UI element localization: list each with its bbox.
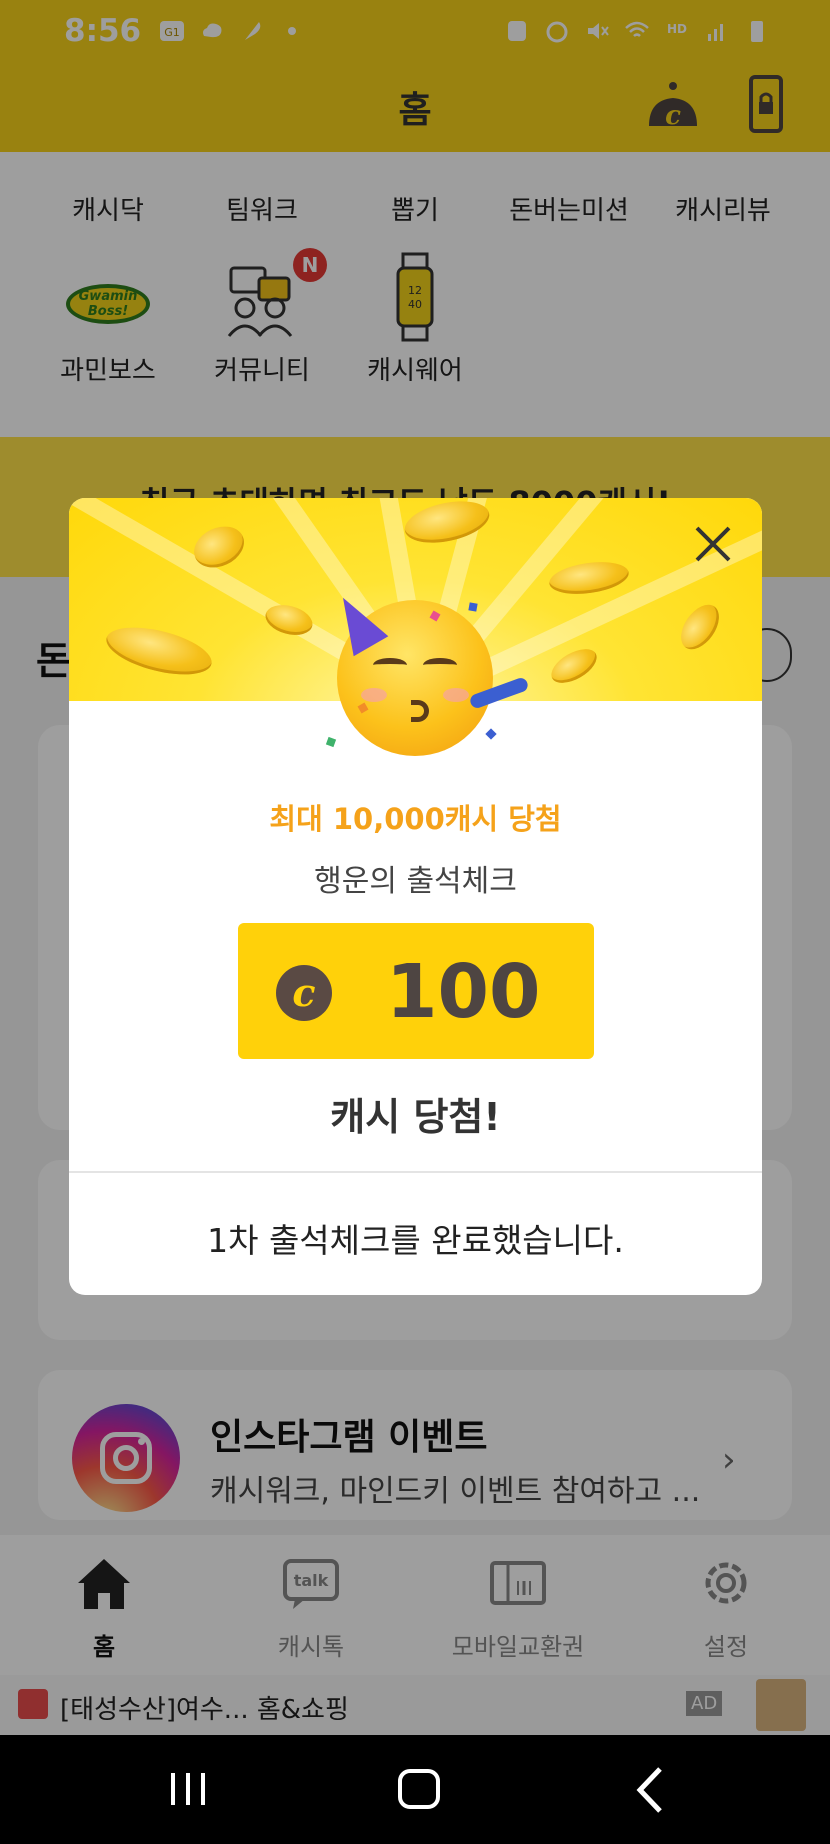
recent-apps-icon[interactable] <box>168 1771 208 1807</box>
attendance-check-modal: 최대 10,000캐시 당첨 행운의 출석체크 c 100 캐시 당첨! 1차 … <box>69 498 762 1295</box>
modal-subtitle: 최대 10,000캐시 당첨 <box>269 802 562 836</box>
home-button[interactable] <box>398 1769 440 1809</box>
back-icon[interactable] <box>630 1765 670 1815</box>
modal-divider <box>69 1171 762 1173</box>
reward-amount-box: c 100 <box>238 923 594 1059</box>
system-navigation-bar <box>0 1735 830 1844</box>
reward-amount: 100 <box>386 949 541 1035</box>
reward-result-text: 캐시 당첨! <box>330 1095 501 1139</box>
modal-footer-message: 1차 출석체크를 완료했습니다. <box>207 1221 624 1260</box>
modal-title: 행운의 출석체크 <box>314 864 517 899</box>
cash-coin-icon: c <box>276 965 332 1021</box>
close-icon[interactable] <box>691 522 735 566</box>
